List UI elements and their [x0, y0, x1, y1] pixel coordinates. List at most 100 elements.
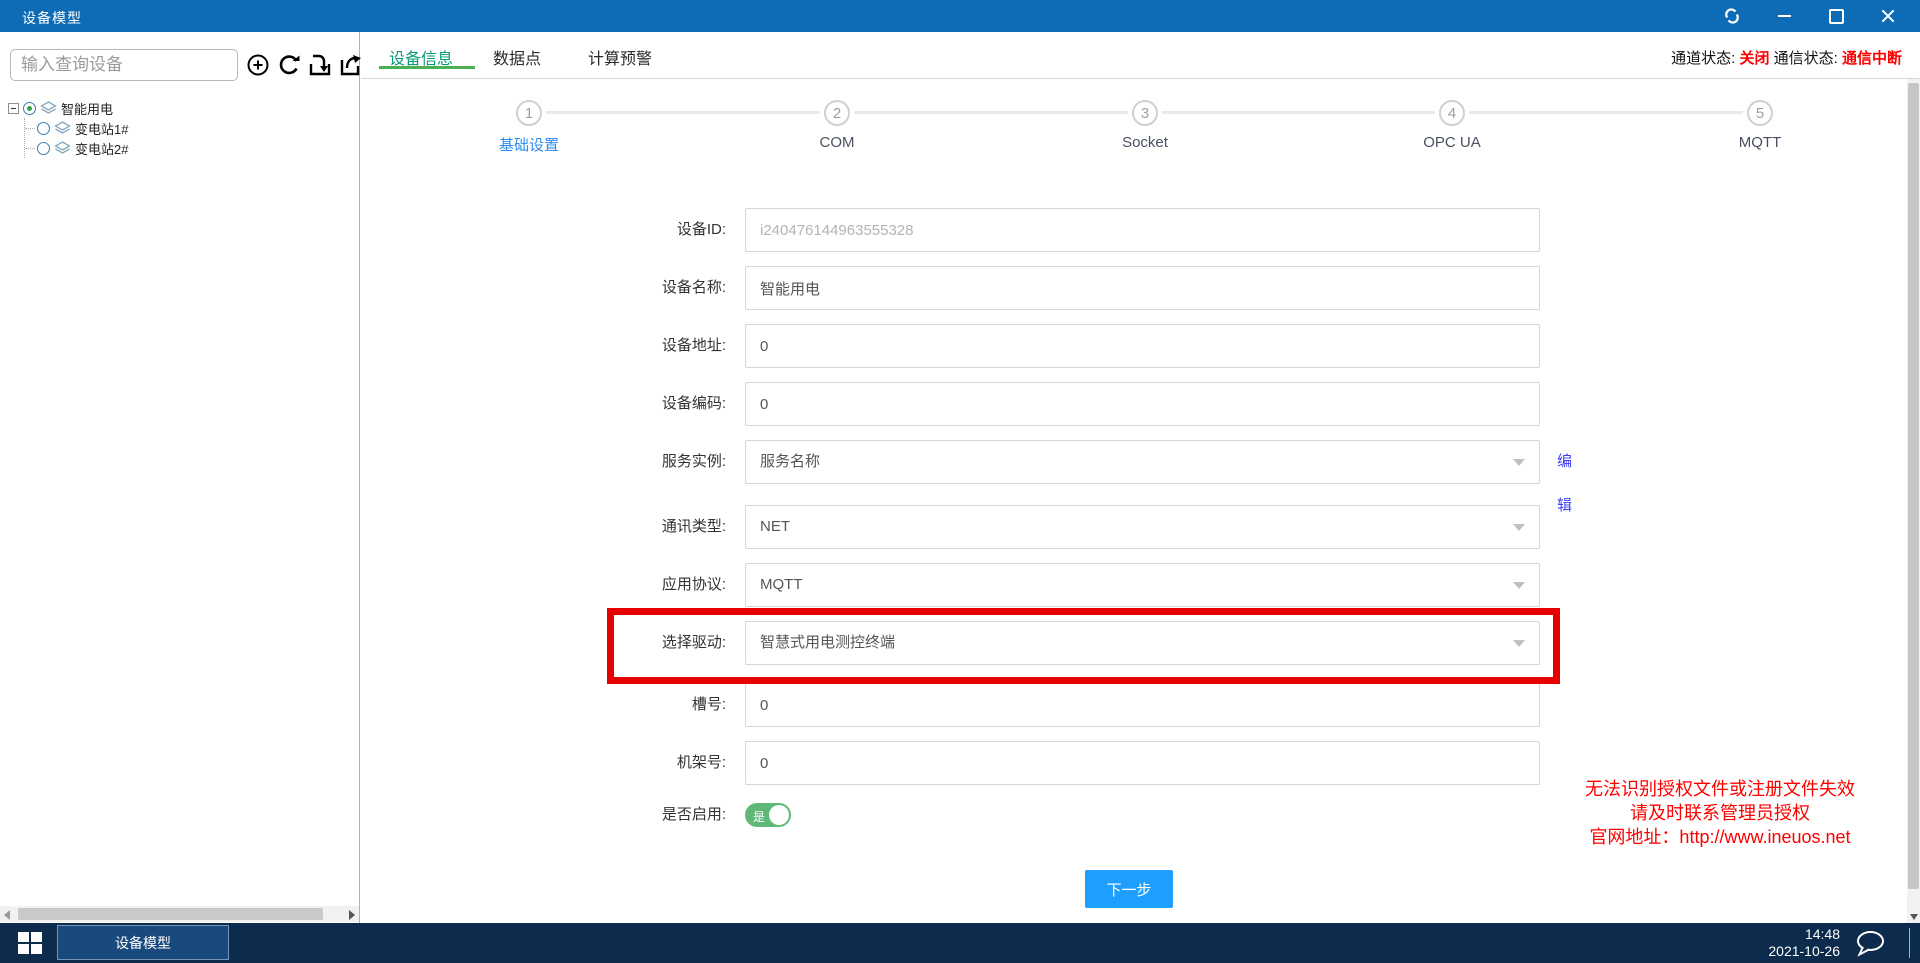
tree-node-substation2[interactable]: 变电站2# — [25, 138, 128, 158]
toggle-on-text: 是 — [753, 808, 765, 825]
import-icon — [307, 52, 333, 78]
form-row-driver: 选择驱动: 智慧式用电测控终端 — [361, 621, 1560, 665]
tree-toolbar — [244, 50, 365, 80]
step-circle-4: 4 — [1439, 100, 1465, 126]
start-button[interactable] — [18, 932, 42, 954]
step-label-mqtt: MQTT — [1700, 134, 1820, 151]
scrollbar-thumb[interactable] — [1908, 83, 1919, 889]
taskbar: 设备模型 14:48 2021-10-26 — [0, 923, 1920, 963]
scrollbar-thumb[interactable] — [18, 908, 323, 920]
chat-button[interactable] — [1854, 930, 1886, 962]
toggle-knob — [769, 805, 789, 825]
license-warning: 无法识别授权文件或注册文件失效 请及时联系管理员授权 官网地址：http://w… — [1550, 777, 1890, 849]
license-warning-line: 无法识别授权文件或注册文件失效 — [1550, 777, 1890, 801]
driver-select[interactable]: 智慧式用电测控终端 — [745, 621, 1540, 665]
step-circle-5: 5 — [1747, 100, 1773, 126]
tree-node-substation1[interactable]: 变电站1# — [25, 118, 128, 138]
tab-calc-alert[interactable]: 计算预警 — [588, 45, 652, 69]
comm-status-value: 通信中断 — [1842, 50, 1902, 67]
form-row-rack: 机架号: — [361, 741, 1560, 785]
comm-status-label: 通信状态: — [1774, 50, 1838, 67]
chat-bubble-icon — [1854, 930, 1886, 957]
status-line: 通道状态: 关闭 通信状态: 通信中断 — [1671, 47, 1902, 68]
radio-selected-icon[interactable] — [23, 102, 36, 115]
next-step-button[interactable]: 下一步 — [1085, 870, 1173, 908]
device-tree: 智能用电 变电站1# 变电站2# — [8, 98, 128, 158]
clock-time: 14:48 — [1768, 926, 1840, 943]
minimize-button[interactable] — [1758, 0, 1810, 32]
device-id-input[interactable] — [745, 208, 1540, 252]
taskbar-clock[interactable]: 14:48 2021-10-26 — [1768, 926, 1840, 960]
chevron-down-icon — [1513, 640, 1525, 647]
channel-status-label: 通道状态: — [1671, 50, 1735, 67]
import-button[interactable] — [306, 50, 334, 80]
window-title: 设备模型 — [22, 8, 82, 28]
close-button[interactable] — [1862, 0, 1914, 32]
step-connector — [546, 111, 820, 114]
collapse-icon[interactable] — [8, 103, 19, 114]
driver-label: 选择驱动: — [361, 621, 726, 665]
title-bar: 设备模型 — [0, 0, 1920, 32]
form-row-device-code: 设备编码: — [361, 382, 1560, 426]
horizontal-scrollbar[interactable] — [0, 906, 359, 922]
scroll-right-icon[interactable] — [349, 910, 355, 920]
tab-device-info[interactable]: 设备信息 — [389, 45, 453, 69]
tab-label: 数据点 — [493, 51, 541, 68]
step-connector — [1162, 111, 1435, 114]
device-address-input[interactable] — [745, 324, 1540, 368]
chevron-down-icon — [1513, 582, 1525, 589]
device-name-input[interactable] — [745, 266, 1540, 310]
form-row-enable: 是否启用: 是 — [361, 803, 1560, 827]
tree-node-label: 变电站1# — [75, 119, 128, 138]
sync-icon — [1724, 8, 1740, 24]
taskbar-app-label: 设备模型 — [115, 933, 171, 953]
add-device-button[interactable] — [244, 50, 272, 80]
scroll-down-icon[interactable] — [1910, 914, 1918, 920]
radio-icon[interactable] — [37, 122, 50, 135]
vertical-scrollbar[interactable] — [1907, 79, 1920, 923]
device-code-label: 设备编码: — [361, 382, 726, 426]
radio-icon[interactable] — [37, 142, 50, 155]
comm-type-select[interactable]: NET — [745, 505, 1540, 549]
slot-input[interactable] — [745, 683, 1540, 727]
rack-label: 机架号: — [361, 741, 726, 785]
license-warning-line: 请及时联系管理员授权 — [1550, 801, 1890, 825]
selected-value: 服务名称 — [760, 453, 820, 470]
device-code-input[interactable] — [745, 382, 1540, 426]
layers-icon — [54, 121, 71, 136]
step-label-socket: Socket — [1085, 134, 1205, 151]
close-icon — [1881, 9, 1895, 23]
maximize-button[interactable] — [1810, 0, 1862, 32]
tree-node-label: 变电站2# — [75, 139, 128, 158]
form-row-device-address: 设备地址: — [361, 324, 1560, 368]
search-input[interactable] — [10, 49, 238, 81]
form-row-app-protocol: 应用协议: MQTT — [361, 563, 1560, 607]
license-warning-line: 官网地址：http://www.ineuos.net — [1550, 825, 1890, 849]
step-label-com: COM — [777, 134, 897, 151]
refresh-tree-button[interactable] — [275, 50, 303, 80]
rack-input[interactable] — [745, 741, 1540, 785]
scroll-left-icon[interactable] — [4, 910, 10, 920]
step-label-opcua: OPC UA — [1392, 134, 1512, 151]
enable-toggle[interactable]: 是 — [745, 803, 791, 827]
service-instance-label: 服务实例: — [361, 440, 726, 484]
app-protocol-select[interactable]: MQTT — [745, 563, 1540, 607]
device-id-label: 设备ID: — [361, 208, 726, 252]
selected-value: MQTT — [760, 576, 803, 593]
refresh-icon — [276, 52, 302, 78]
step-connector — [1469, 111, 1743, 114]
service-instance-select[interactable]: 服务名称 — [745, 440, 1540, 484]
step-circle-2: 2 — [824, 100, 850, 126]
channel-status-value: 关闭 — [1739, 50, 1769, 67]
maximize-icon — [1829, 9, 1844, 24]
chevron-down-icon — [1513, 459, 1525, 466]
active-tab-underline — [379, 66, 475, 69]
app-window: 设备模型 — [0, 0, 1920, 963]
step-label-basic: 基础设置 — [469, 134, 589, 155]
taskbar-app-button[interactable]: 设备模型 — [57, 925, 229, 960]
tree-node-root[interactable]: 智能用电 — [8, 98, 128, 118]
sync-button[interactable] — [1706, 0, 1758, 32]
tab-data-points[interactable]: 数据点 — [493, 45, 541, 69]
chevron-down-icon — [1513, 524, 1525, 531]
show-desktop-divider[interactable] — [1909, 928, 1910, 958]
